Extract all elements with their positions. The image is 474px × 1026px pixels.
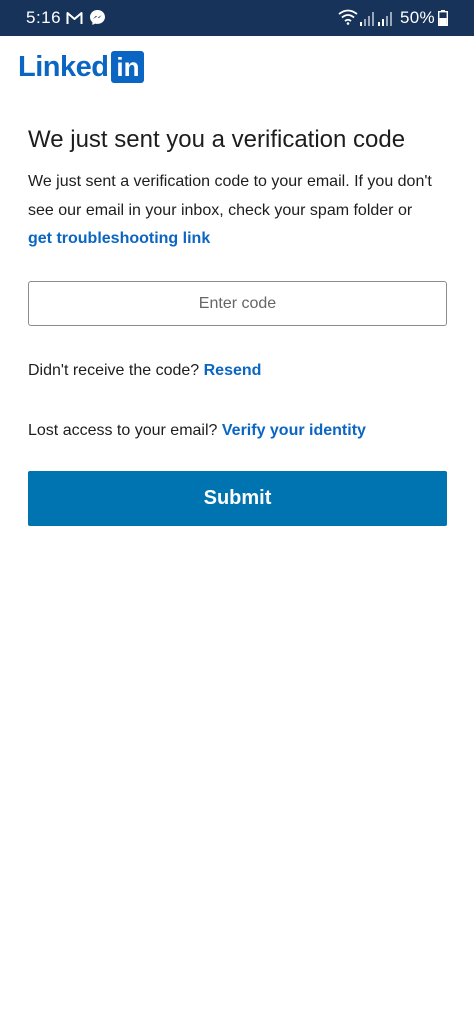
- verify-identity-row: Lost access to your email? Verify your i…: [28, 418, 366, 444]
- page-title: We just sent you a verification code: [28, 126, 406, 153]
- troubleshooting-link[interactable]: get troubleshooting link: [28, 224, 210, 253]
- verification-code-input[interactable]: [28, 281, 447, 326]
- verify-identity-link[interactable]: Verify your identity: [222, 422, 366, 439]
- logo-in-box: in: [111, 51, 145, 83]
- signal-icon: [360, 11, 375, 31]
- linkedin-logo: Linked in: [18, 50, 145, 84]
- battery-icon: [437, 10, 449, 31]
- status-bar: 5:16 50%: [0, 0, 474, 36]
- status-time: 5:16: [26, 8, 62, 27]
- signal-icon: [378, 11, 393, 31]
- page-description: We just sent a verification code to your…: [28, 173, 432, 219]
- verify-prompt: Lost access to your email?: [28, 422, 218, 439]
- submit-button[interactable]: Submit: [28, 471, 447, 526]
- messenger-icon: [89, 9, 106, 31]
- gmail-icon: [66, 10, 83, 30]
- logo-wordmark: Linked: [18, 51, 109, 83]
- wifi-icon: [338, 9, 358, 30]
- resend-link[interactable]: Resend: [204, 362, 262, 379]
- resend-row: Didn't receive the code? Resend: [28, 358, 261, 384]
- resend-prompt: Didn't receive the code?: [28, 362, 200, 379]
- battery-percent: 50%: [400, 8, 435, 27]
